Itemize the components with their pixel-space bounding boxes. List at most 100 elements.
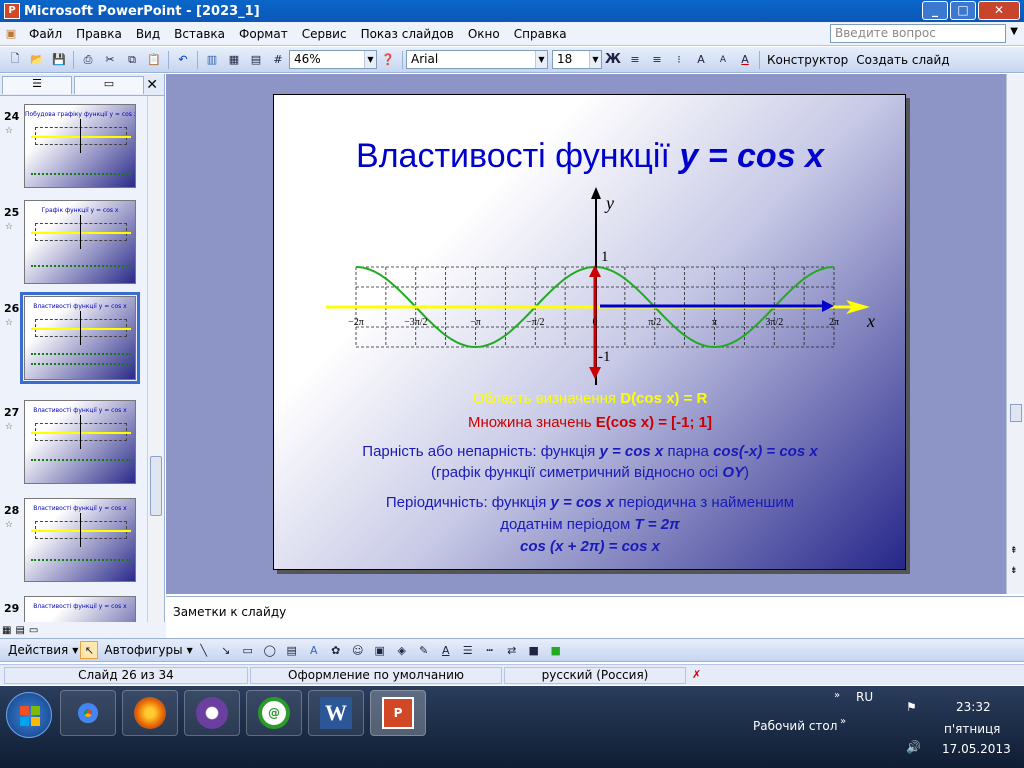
cut-icon[interactable]: ✂ bbox=[101, 51, 119, 69]
language-indicator[interactable]: RU bbox=[856, 690, 873, 704]
new-icon[interactable]: 🗋 bbox=[6, 51, 24, 69]
zoom-select[interactable]: 46% ▼ bbox=[289, 50, 377, 69]
scroll-thumb[interactable] bbox=[150, 456, 162, 516]
actions-menu[interactable]: Действия bbox=[8, 643, 68, 657]
ask-question-input[interactable]: Введите вопрос bbox=[830, 24, 1006, 43]
chevron-down-icon[interactable]: ▼ bbox=[364, 51, 376, 68]
thumbnail-axis bbox=[31, 328, 131, 330]
chevron-down-icon[interactable]: ▼ bbox=[72, 646, 78, 655]
grid-icon[interactable]: # bbox=[269, 51, 287, 69]
menu-insert[interactable]: Вставка bbox=[167, 27, 232, 41]
font-color-icon[interactable]: A bbox=[437, 641, 455, 659]
thumbnail-preview: Властивості функції y = cos x bbox=[24, 596, 136, 622]
line-icon[interactable]: ╲ bbox=[195, 641, 213, 659]
prev-slide-icon[interactable]: ⇞ bbox=[1010, 546, 1018, 556]
word-taskbar-icon[interactable]: W bbox=[308, 690, 364, 736]
rectangle-icon[interactable]: ▭ bbox=[239, 641, 257, 659]
table-icon[interactable]: ▦ bbox=[225, 51, 243, 69]
spelling-icon[interactable]: ✗ bbox=[692, 668, 701, 681]
menu-help[interactable]: Справка bbox=[507, 27, 574, 41]
menu-view[interactable]: Вид bbox=[129, 27, 167, 41]
tab-outline[interactable]: ☰ bbox=[2, 75, 72, 94]
fill-color-icon[interactable]: ◈ bbox=[393, 641, 411, 659]
menu-edit[interactable]: Правка bbox=[69, 27, 129, 41]
menu-format[interactable]: Формат bbox=[232, 27, 295, 41]
animation-star-icon: ☆ bbox=[5, 520, 14, 530]
notes-pane[interactable]: Заметки к слайду bbox=[166, 596, 1024, 636]
bittorrent-taskbar-icon[interactable] bbox=[184, 690, 240, 736]
line-style-icon[interactable]: ☰ bbox=[459, 641, 477, 659]
action-center-icon[interactable]: ⚑ bbox=[906, 700, 917, 714]
clipart-icon[interactable]: ☺ bbox=[349, 641, 367, 659]
designer-button[interactable]: Конструктор bbox=[767, 53, 848, 67]
slide-scrollbar[interactable]: ⇞ ⇟ bbox=[1006, 74, 1024, 594]
dash-style-icon[interactable]: ┅ bbox=[481, 641, 499, 659]
firefox-taskbar-icon[interactable] bbox=[122, 690, 178, 736]
align-left-icon[interactable]: ≡ bbox=[626, 51, 644, 69]
chart-icon[interactable]: ▥ bbox=[203, 51, 221, 69]
x-tick-labels: −2π −3π/2 −π −π/2 0 π/2 π 3π/2 2π bbox=[348, 317, 839, 328]
select-pointer-icon[interactable]: ↖ bbox=[80, 641, 99, 659]
increase-font-icon[interactable]: A bbox=[692, 51, 710, 69]
document-icon[interactable]: ▣ bbox=[2, 25, 20, 43]
start-button[interactable] bbox=[6, 692, 52, 738]
tab-slides[interactable]: ▭ bbox=[74, 75, 144, 94]
maximize-icon[interactable]: □ bbox=[950, 1, 976, 20]
next-slide-icon[interactable]: ⇟ bbox=[1010, 566, 1018, 576]
save-icon[interactable]: 💾 bbox=[50, 51, 68, 69]
textbox-icon[interactable]: ▤ bbox=[283, 641, 301, 659]
show-hidden-icons[interactable]: » bbox=[834, 690, 840, 701]
sorter-view-icon[interactable]: ▤ bbox=[15, 625, 24, 636]
diagram-icon[interactable]: ✿ bbox=[327, 641, 345, 659]
thumbnail-text bbox=[31, 459, 131, 462]
powerpoint-app-icon[interactable]: P bbox=[4, 3, 20, 19]
clock-time[interactable]: 23:32 bbox=[956, 700, 991, 714]
normal-view-icon[interactable]: ▦ bbox=[2, 625, 11, 636]
menu-tools[interactable]: Сервис bbox=[295, 27, 354, 41]
bullets-icon[interactable]: ⁝ bbox=[670, 51, 688, 69]
wordart-icon[interactable]: A bbox=[305, 641, 323, 659]
menu-slideshow[interactable]: Показ слайдов bbox=[354, 27, 461, 41]
print-icon[interactable]: ⎙ bbox=[79, 51, 97, 69]
undo-icon[interactable]: ↶ bbox=[174, 51, 192, 69]
decrease-font-icon[interactable]: A bbox=[714, 51, 732, 69]
chevron-down-icon[interactable]: ▼ bbox=[187, 646, 193, 655]
columns-icon[interactable]: ▤ bbox=[247, 51, 265, 69]
font-size-select[interactable]: 18 ▼ bbox=[552, 50, 602, 69]
desktop-expand-icon[interactable]: » bbox=[840, 716, 846, 727]
autoshapes-menu[interactable]: Автофигуры bbox=[104, 643, 182, 657]
line-color-icon[interactable]: ✎ bbox=[415, 641, 433, 659]
chevron-down-icon[interactable]: ▼ bbox=[535, 51, 547, 68]
help-icon[interactable]: ❓ bbox=[379, 51, 397, 69]
font-color-icon[interactable]: A bbox=[736, 51, 754, 69]
menu-file[interactable]: Файл bbox=[22, 27, 69, 41]
scroll-thumb[interactable] bbox=[1010, 404, 1022, 422]
close-icon[interactable]: ✕ bbox=[978, 1, 1020, 20]
thumbnail-scrollbar[interactable] bbox=[147, 96, 164, 622]
oval-icon[interactable]: ◯ bbox=[261, 641, 279, 659]
chrome-taskbar-icon[interactable] bbox=[60, 690, 116, 736]
copy-icon[interactable]: ⧉ bbox=[123, 51, 141, 69]
arrow-icon[interactable]: ↘ bbox=[217, 641, 235, 659]
menu-window[interactable]: Окно bbox=[461, 27, 507, 41]
slide-canvas[interactable]: Властивості функції y = cos x y x 1 -1 −… bbox=[273, 94, 906, 570]
slideshow-view-icon[interactable]: ▭ bbox=[29, 625, 38, 636]
bold-button[interactable]: Ж bbox=[604, 51, 622, 69]
shadow-icon[interactable]: ■ bbox=[525, 641, 543, 659]
paste-icon[interactable]: 📋 bbox=[145, 51, 163, 69]
powerpoint-taskbar-icon[interactable]: P bbox=[370, 690, 426, 736]
font-select[interactable]: Arial ▼ bbox=[406, 50, 548, 69]
new-slide-button[interactable]: Создать слайд bbox=[856, 53, 949, 67]
desktop-toolbar-label[interactable]: Рабочий стол bbox=[753, 719, 837, 733]
arrow-style-icon[interactable]: ⇄ bbox=[503, 641, 521, 659]
align-center-icon[interactable]: ≡ bbox=[648, 51, 666, 69]
ask-dropdown-icon[interactable]: ▼ bbox=[1010, 26, 1018, 37]
close-pane-icon[interactable]: ✕ bbox=[146, 77, 158, 93]
picture-icon[interactable]: ▣ bbox=[371, 641, 389, 659]
volume-icon[interactable]: 🔊 bbox=[906, 740, 921, 754]
mail-agent-taskbar-icon[interactable]: @ bbox=[246, 690, 302, 736]
3d-icon[interactable]: ■ bbox=[547, 641, 565, 659]
chevron-down-icon[interactable]: ▼ bbox=[589, 51, 601, 68]
open-icon[interactable]: 📂 bbox=[28, 51, 46, 69]
minimize-icon[interactable]: _ bbox=[922, 1, 948, 20]
